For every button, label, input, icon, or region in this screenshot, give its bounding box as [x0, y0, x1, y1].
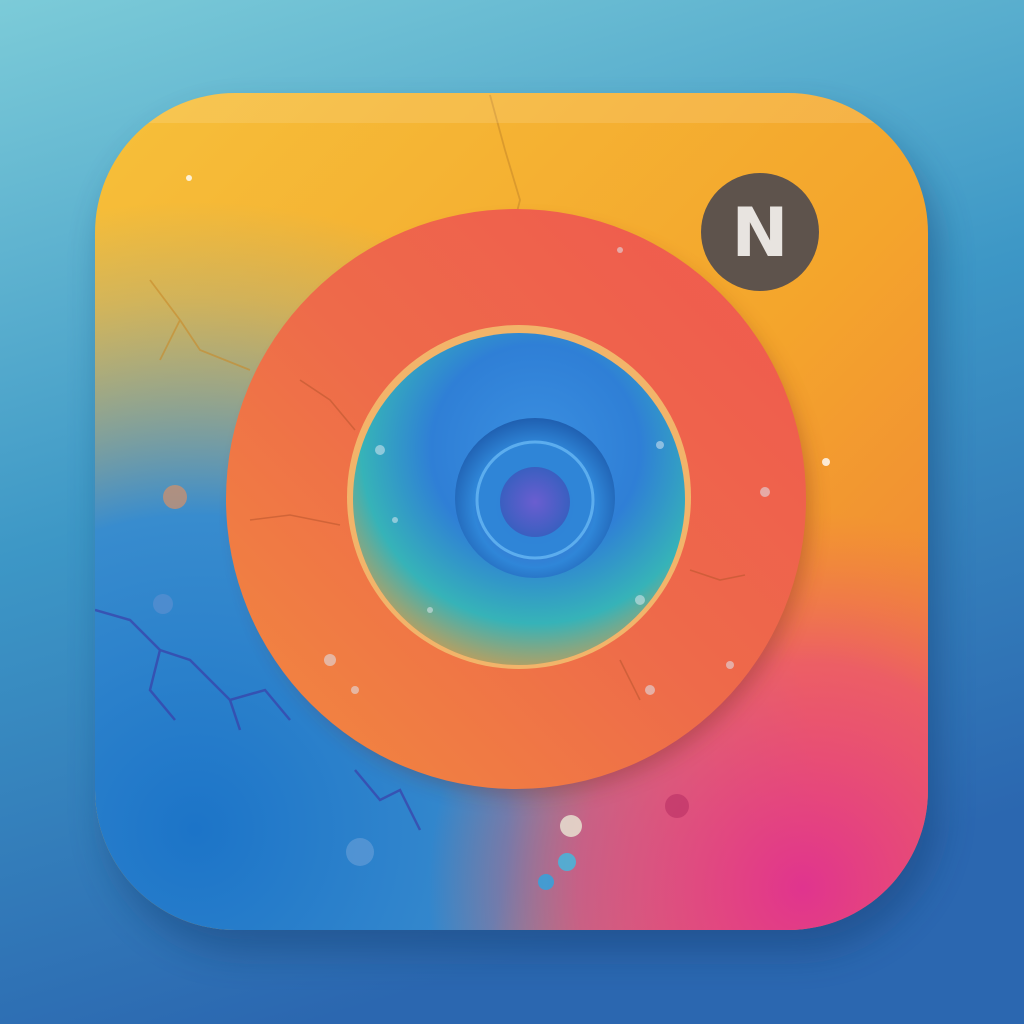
badge-letter: N	[732, 194, 789, 273]
pupil-core	[500, 467, 570, 537]
notification-badge[interactable]: N	[701, 173, 819, 291]
app-icon-scene: N	[0, 0, 1024, 1024]
